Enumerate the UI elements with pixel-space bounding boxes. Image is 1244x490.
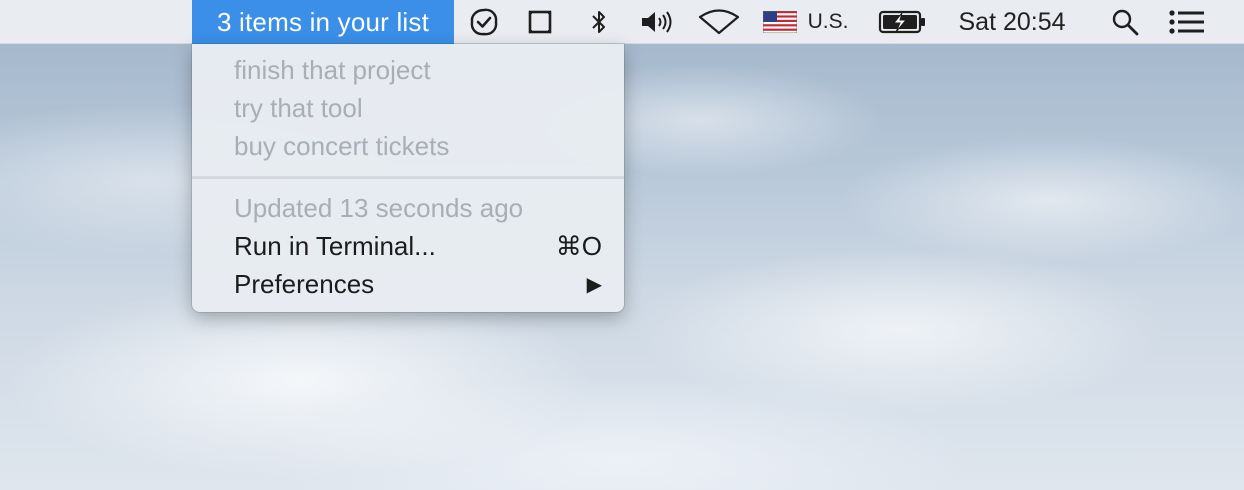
notification-center-icon[interactable] [1166, 0, 1208, 44]
preferences-menu-item[interactable]: Preferences ▶ [192, 265, 624, 303]
list-dropdown-menu: finish that project try that tool buy co… [192, 44, 624, 312]
run-in-terminal-label: Run in Terminal... [234, 230, 436, 261]
menu-bar-clock[interactable]: Sat 20:54 [944, 0, 1080, 44]
bluetooth-icon[interactable] [582, 0, 616, 44]
wifi-icon[interactable] [696, 0, 742, 44]
submenu-arrow-icon: ▶ [586, 273, 602, 296]
checklist-app-icon[interactable] [462, 0, 506, 44]
list-item: finish that project [192, 51, 624, 89]
preferences-label: Preferences [234, 268, 375, 299]
list-item-label: finish that project [234, 54, 431, 85]
updated-status: Updated 13 seconds ago [192, 189, 624, 227]
window-square-icon[interactable] [520, 0, 560, 44]
spotlight-search-icon[interactable] [1106, 0, 1144, 44]
input-source-label[interactable]: U.S. [804, 0, 852, 44]
list-item: try that tool [192, 89, 624, 127]
run-in-terminal-menu-item[interactable]: Run in Terminal... ⌘O [192, 227, 624, 265]
keyboard-shortcut: ⌘O [555, 230, 602, 261]
us-flag-icon[interactable] [762, 0, 798, 44]
list-item: buy concert tickets [192, 127, 624, 165]
menu-bar: 3 items in your list U.S. Sat 20:54 [0, 0, 1244, 44]
menu-separator [192, 176, 624, 179]
updated-status-label: Updated 13 seconds ago [234, 192, 524, 223]
battery-charging-icon[interactable] [876, 0, 930, 44]
list-item-label: buy concert tickets [234, 130, 450, 161]
volume-icon[interactable] [636, 0, 678, 44]
menu-bar-list-title[interactable]: 3 items in your list [192, 0, 454, 44]
list-item-label: try that tool [234, 92, 363, 123]
